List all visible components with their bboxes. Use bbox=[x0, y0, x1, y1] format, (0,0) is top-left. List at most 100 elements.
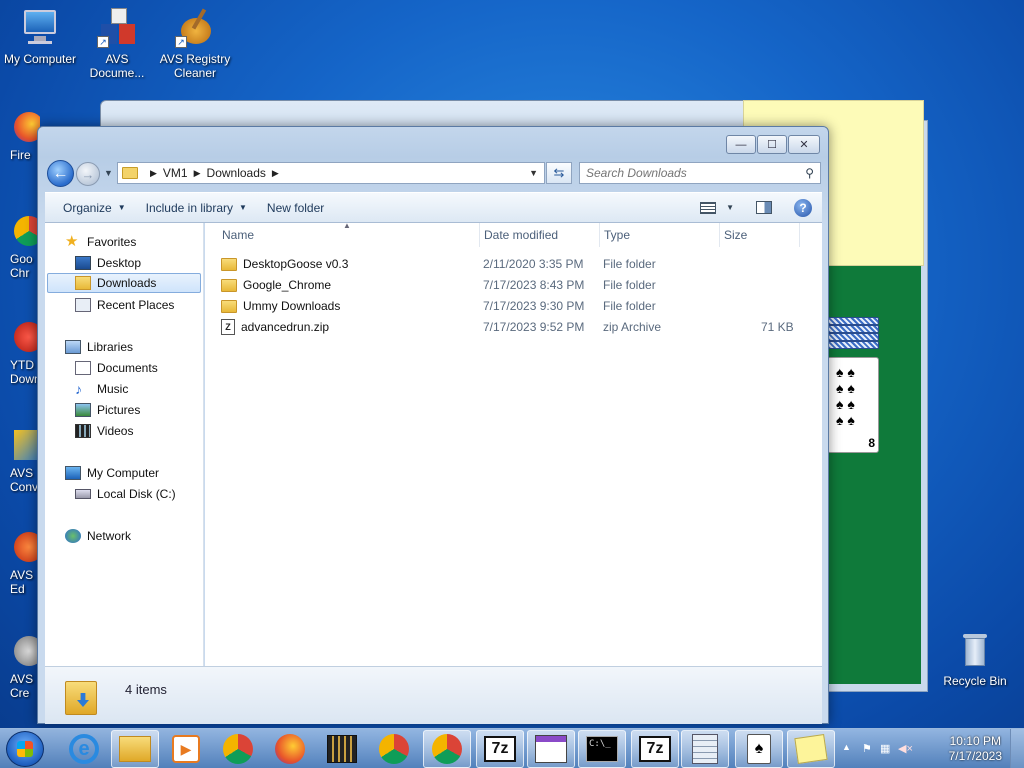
file-row[interactable]: DesktopGoose v0.3 2/11/2020 3:35 PM File… bbox=[221, 254, 801, 274]
column-header-size[interactable]: Size bbox=[720, 223, 800, 247]
search-icon[interactable]: ⚲ bbox=[805, 166, 814, 180]
change-view-icon[interactable] bbox=[700, 201, 717, 214]
chevron-right-icon[interactable]: ▶ bbox=[150, 168, 157, 179]
desktop-icon-ytd-downloader[interactable]: YTD Down bbox=[0, 322, 40, 386]
taskbar-7zip-2[interactable]: 7z bbox=[631, 730, 679, 768]
desktop-icon-firefox[interactable]: Fire bbox=[0, 112, 40, 162]
minimize-button[interactable]: — bbox=[726, 135, 756, 154]
nav-music[interactable]: ♪ Music bbox=[75, 379, 128, 399]
volume-muted-icon[interactable]: ◀× bbox=[898, 742, 913, 756]
chrome-icon bbox=[432, 734, 462, 764]
desktop-icon-avs-creator[interactable]: AVS Cre bbox=[0, 636, 40, 700]
desktop-icon-avs-registry-cleaner[interactable]: ↗ AVS Registry Cleaner bbox=[155, 8, 235, 80]
include-in-library-button[interactable]: Include in library ▼ bbox=[136, 201, 257, 215]
chrome-icon bbox=[379, 734, 409, 764]
taskbar-firefox[interactable] bbox=[266, 730, 314, 768]
command-prompt-icon: C:\_ bbox=[586, 736, 618, 762]
nav-my-computer[interactable]: My Computer bbox=[65, 463, 159, 483]
desktop-icon-avs-converter[interactable]: AVS Conv bbox=[0, 430, 40, 494]
desktop-icon-avs-editor[interactable]: AVS Ed bbox=[0, 532, 40, 596]
taskbar-solitaire[interactable]: ♠ bbox=[735, 730, 783, 768]
recent-pages-dropdown[interactable]: ▼ bbox=[104, 168, 113, 178]
desktop-icon bbox=[75, 256, 91, 270]
details-pane: 4 items bbox=[45, 666, 822, 724]
window-controls: — ☐ ✕ bbox=[726, 135, 820, 154]
windows-logo-icon bbox=[17, 741, 33, 757]
search-input[interactable] bbox=[580, 163, 790, 183]
nav-favorites[interactable]: ★ Favorites bbox=[65, 232, 136, 252]
taskbar-control-panel[interactable] bbox=[527, 730, 575, 768]
explorer-window[interactable]: — ☐ ✕ ← → ▼ ▶ VM1 ▶ Downloads ▶ ▼ ⇆ ⚲ Or… bbox=[37, 126, 829, 724]
nav-desktop[interactable]: Desktop bbox=[75, 253, 141, 273]
taskbar-video-editor[interactable] bbox=[318, 730, 366, 768]
nav-pictures[interactable]: Pictures bbox=[75, 400, 140, 420]
command-toolbar: Organize ▼ Include in library ▼ New fold… bbox=[45, 192, 822, 223]
desktop-icon-avs-document[interactable]: ↗ AVS Docume... bbox=[77, 8, 157, 80]
maximize-button[interactable]: ☐ bbox=[757, 135, 787, 154]
preview-pane-icon[interactable] bbox=[756, 201, 772, 214]
caret-down-icon: ▼ bbox=[117, 203, 126, 212]
eight-of-spades-card[interactable]: ♠ ♠ ♠ ♠ ♠ ♠ ♠ ♠ 8 bbox=[827, 357, 879, 453]
desktop-icon-google-chrome[interactable]: Goo Chr bbox=[0, 216, 40, 280]
refresh-icon: ⇆ bbox=[553, 165, 565, 180]
taskbar-internet-explorer[interactable]: e bbox=[60, 730, 108, 768]
taskbar-media-player[interactable]: ▶ bbox=[162, 730, 210, 768]
hard-drive-icon bbox=[75, 489, 91, 499]
file-row[interactable]: Zadvancedrun.zip 7/17/2023 9:52 PM zip A… bbox=[221, 317, 801, 337]
chevron-right-icon[interactable]: ▶ bbox=[272, 168, 279, 179]
shortcut-arrow-icon: ↗ bbox=[97, 36, 109, 48]
address-bar[interactable]: ▶ VM1 ▶ Downloads ▶ ▼ bbox=[117, 162, 545, 184]
chevron-right-icon[interactable]: ▶ bbox=[194, 168, 201, 179]
taskbar-google-chrome-2[interactable] bbox=[370, 730, 418, 768]
action-center-flag-icon[interactable]: ⚑ bbox=[862, 742, 876, 756]
nav-downloads[interactable]: Downloads bbox=[47, 273, 201, 293]
nav-recent-places[interactable]: Recent Places bbox=[75, 295, 174, 315]
help-icon[interactable]: ? bbox=[794, 198, 812, 217]
clock-date: 7/17/2023 bbox=[948, 749, 1002, 763]
address-dropdown-icon[interactable]: ▼ bbox=[529, 168, 544, 178]
column-header-type[interactable]: Type bbox=[600, 223, 720, 247]
libraries-icon bbox=[65, 340, 81, 354]
new-folder-button[interactable]: New folder bbox=[257, 201, 334, 215]
organize-button[interactable]: Organize ▼ bbox=[45, 201, 136, 215]
taskbar-command-prompt[interactable]: C:\_ bbox=[578, 730, 626, 768]
back-button[interactable]: ← bbox=[47, 160, 74, 187]
breadcrumb-downloads[interactable]: Downloads bbox=[207, 166, 266, 180]
chevron-down-icon: ▼ bbox=[104, 168, 113, 178]
start-button[interactable] bbox=[6, 731, 44, 767]
shortcut-arrow-icon: ↗ bbox=[175, 36, 187, 48]
desktop-icon-my-computer[interactable]: My Computer bbox=[0, 8, 80, 66]
system-tray: ▲ ⚑ ▦ ◀× 10:10 PM 7/17/2023 bbox=[834, 729, 1024, 768]
forward-button[interactable]: → bbox=[76, 162, 100, 186]
nav-network[interactable]: Network bbox=[65, 526, 131, 546]
file-row[interactable]: Ummy Downloads 7/17/2023 9:30 PM File fo… bbox=[221, 296, 801, 316]
desktop-icon-recycle-bin[interactable]: Recycle Bin bbox=[935, 630, 1015, 688]
search-box[interactable]: ⚲ bbox=[579, 162, 821, 184]
column-header-name[interactable]: Name ▲ bbox=[205, 221, 480, 247]
taskbar-calculator[interactable] bbox=[681, 730, 729, 768]
taskbar-sticky-notes[interactable] bbox=[787, 730, 835, 768]
file-row[interactable]: Google_Chrome 7/17/2023 8:43 PM File fol… bbox=[221, 275, 801, 295]
nav-local-disk[interactable]: Local Disk (C:) bbox=[75, 484, 176, 504]
network-status-icon[interactable]: ▦ bbox=[880, 742, 894, 756]
caret-down-icon: ▼ bbox=[239, 203, 247, 212]
nav-videos[interactable]: Videos bbox=[75, 421, 133, 441]
taskbar-windows-explorer[interactable] bbox=[111, 730, 159, 768]
column-header-date[interactable]: Date modified bbox=[480, 223, 600, 247]
system-clock[interactable]: 10:10 PM 7/17/2023 bbox=[949, 734, 1002, 764]
nav-documents[interactable]: Documents bbox=[75, 358, 158, 378]
breadcrumb-vm1[interactable]: VM1 bbox=[163, 166, 188, 180]
taskbar-google-chrome[interactable] bbox=[214, 730, 262, 768]
taskbar-google-chrome-3[interactable] bbox=[423, 730, 471, 768]
show-desktop-button[interactable] bbox=[1010, 729, 1024, 768]
close-button[interactable]: ✕ bbox=[788, 135, 820, 154]
taskbar-7zip[interactable]: 7z bbox=[476, 730, 524, 768]
folder-icon bbox=[122, 167, 138, 179]
refresh-button[interactable]: ⇆ bbox=[546, 162, 572, 184]
item-count: 4 items bbox=[125, 682, 167, 697]
nav-libraries[interactable]: Libraries bbox=[65, 337, 133, 357]
view-dropdown-icon[interactable]: ▼ bbox=[726, 203, 734, 212]
firefox-icon bbox=[275, 734, 305, 764]
desktop-icon-label: AVS Registry Cleaner bbox=[159, 52, 231, 80]
show-hidden-icons-icon[interactable]: ▲ bbox=[842, 742, 856, 756]
